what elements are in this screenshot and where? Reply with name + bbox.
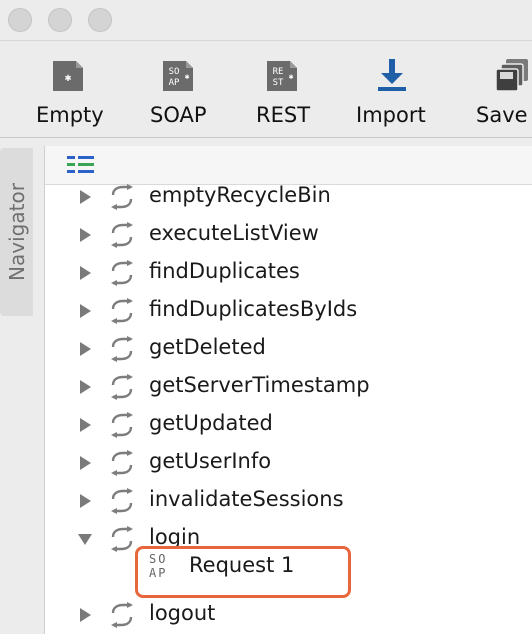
import-icon: [378, 59, 406, 91]
tree-item-emptyRecycleBin[interactable]: emptyRecycleBin: [45, 178, 532, 216]
tree-view-icon[interactable]: [67, 154, 97, 176]
rest-project-icon: RE ST ✱: [267, 61, 297, 91]
navigator-tab[interactable]: Navigator: [0, 148, 33, 316]
soap-request-icon-line-2: AP: [149, 566, 168, 580]
soap-request-icon-line-1: SO: [149, 552, 168, 566]
rest-project-button[interactable]: RE ST ✱ REST: [246, 41, 330, 137]
expand-arrow-icon[interactable]: [77, 189, 93, 205]
soap-project-icon: SO AP ✱: [163, 61, 193, 91]
import-button-label: Import: [356, 103, 426, 127]
save-all-button[interactable]: Save All: [470, 41, 532, 137]
expand-arrow-icon[interactable]: [77, 379, 93, 395]
soap-request-icon: SO AP: [149, 552, 179, 582]
expand-arrow-icon[interactable]: [77, 227, 93, 243]
soap-project-button[interactable]: SO AP ✱ SOAP: [140, 41, 224, 137]
tree-item-label: invalidateSessions: [149, 487, 344, 511]
tree-item-label: executeListView: [149, 221, 319, 245]
tree-item-getUserInfo[interactable]: getUserInfo: [45, 444, 532, 482]
operation-icon: [107, 602, 137, 628]
empty-project-icon: ✱: [53, 61, 83, 91]
close-window-button[interactable]: [8, 8, 32, 32]
operation-icon: [107, 336, 137, 362]
collapse-arrow-icon[interactable]: [77, 531, 93, 547]
save-all-icon: [495, 59, 528, 92]
minimize-window-button[interactable]: [48, 8, 72, 32]
zoom-window-button[interactable]: [88, 8, 112, 32]
tree-item-logout[interactable]: logout: [45, 596, 532, 634]
svg-text:AP: AP: [169, 78, 180, 88]
tree-item-label: getDeleted: [149, 335, 266, 359]
tree-item-label: logout: [149, 601, 216, 625]
tree-item-label: emptyRecycleBin: [149, 183, 331, 207]
svg-text:✱: ✱: [289, 72, 294, 81]
request-row[interactable]: SO AP Request 1: [45, 548, 532, 586]
navigator-panel: emptyRecycleBin executeListView findDuplic…: [44, 146, 532, 634]
tree-item-getDeleted[interactable]: getDeleted: [45, 330, 532, 368]
svg-text:✱: ✱: [185, 72, 190, 81]
tree-item-findDuplicates[interactable]: findDuplicates: [45, 254, 532, 292]
expand-arrow-icon[interactable]: [77, 265, 93, 281]
svg-text:✱: ✱: [65, 71, 72, 84]
expand-arrow-icon[interactable]: [77, 303, 93, 319]
rest-button-label: REST: [256, 103, 311, 127]
expand-arrow-icon[interactable]: [77, 455, 93, 471]
empty-button-label: Empty: [36, 103, 104, 127]
operation-icon: [107, 412, 137, 438]
tree-item-executeListView[interactable]: executeListView: [45, 216, 532, 254]
tree-item-label: login: [149, 525, 201, 549]
tree-item-findDuplicatesByIds[interactable]: findDuplicatesByIds: [45, 292, 532, 330]
operation-icon: [107, 450, 137, 476]
operation-icon: [107, 298, 137, 324]
request-label: Request 1: [189, 553, 295, 577]
operation-icon: [107, 260, 137, 286]
operation-icon: [107, 222, 137, 248]
tree-item-getServerTimestamp[interactable]: getServerTimestamp: [45, 368, 532, 406]
tree-item-invalidateSessions[interactable]: invalidateSessions: [45, 482, 532, 520]
soap-button-label: SOAP: [150, 103, 207, 127]
import-button[interactable]: Import: [350, 41, 440, 137]
svg-text:RE: RE: [273, 67, 284, 77]
main-toolbar: ✱ Empty SO AP ✱ SOAP RE ST ✱ REST Import: [0, 41, 532, 138]
expand-arrow-icon[interactable]: [77, 607, 93, 623]
expand-arrow-icon[interactable]: [77, 417, 93, 433]
tree-item-label: getUpdated: [149, 411, 273, 435]
expand-arrow-icon[interactable]: [77, 493, 93, 509]
title-bar: [0, 0, 532, 41]
svg-text:SO: SO: [169, 67, 180, 77]
operation-icon: [107, 374, 137, 400]
operation-icon: [107, 184, 137, 210]
tree-item-label: getServerTimestamp: [149, 373, 370, 397]
save-all-button-label: Save All: [476, 103, 532, 127]
expand-arrow-icon[interactable]: [77, 341, 93, 357]
navigator-tab-label: Navigator: [4, 183, 29, 281]
operation-icon: [107, 488, 137, 514]
tree-item-label: findDuplicatesByIds: [149, 297, 358, 321]
tree-item-label: getUserInfo: [149, 449, 272, 473]
empty-project-button[interactable]: ✱ Empty: [28, 41, 112, 137]
svg-text:ST: ST: [273, 78, 284, 88]
tree-item-label: findDuplicates: [149, 259, 300, 283]
tree-item-getUpdated[interactable]: getUpdated: [45, 406, 532, 444]
